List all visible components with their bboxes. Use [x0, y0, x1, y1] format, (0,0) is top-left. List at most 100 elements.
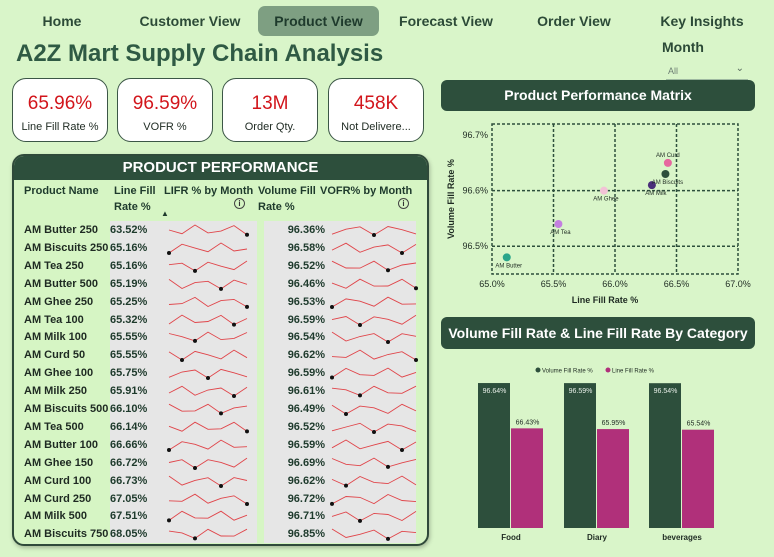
vofr-sparkline: [330, 296, 417, 309]
table-row[interactable]: AM Tea 100 65.32% 96.59%: [22, 310, 422, 329]
vofr-value: 96.36%: [287, 224, 325, 236]
scatter-point[interactable]: [599, 186, 608, 195]
bar[interactable]: [511, 428, 543, 528]
product-name: AM Milk 250: [24, 385, 87, 398]
sort-ascending-icon[interactable]: ▲: [161, 209, 169, 218]
tab-customer-view[interactable]: Customer View: [136, 6, 244, 36]
lifr-value: 66.72%: [110, 456, 148, 469]
table-row[interactable]: AM Ghee 100 65.75% 96.59%: [22, 364, 422, 383]
table-row[interactable]: AM Curd 50 65.55% 96.62%: [22, 346, 422, 365]
month-filter-dropdown[interactable]: All ⌄: [666, 62, 748, 80]
info-icon[interactable]: i: [398, 198, 409, 209]
info-icon[interactable]: i: [234, 198, 245, 209]
product-name: AM Butter 250: [24, 224, 98, 236]
table-row[interactable]: AM Curd 100 66.73% 96.62%: [22, 471, 422, 490]
bar-data-label: 96.64%: [483, 388, 507, 395]
vofr-value: 96.61%: [287, 385, 325, 398]
lifr-value: 67.51%: [110, 510, 148, 523]
table-row[interactable]: AM Ghee 150 66.72% 96.69%: [22, 453, 422, 472]
top-nav: Home Customer View Product View Forecast…: [0, 6, 774, 38]
tab-home[interactable]: Home: [30, 6, 94, 36]
lifr-sparkline: [168, 349, 248, 363]
table-row[interactable]: AM Butter 100 66.66% 96.59%: [22, 435, 422, 454]
lifr-value: 63.52%: [110, 224, 148, 236]
vofr-sparkline: [331, 457, 417, 469]
lifr-sparkline: [168, 331, 248, 344]
vofr-sparkline: [331, 528, 417, 542]
tab-forecast-view[interactable]: Forecast View: [394, 6, 498, 36]
lifr-value: 65.25%: [110, 295, 148, 308]
vofr-sparkline: [331, 403, 417, 416]
tab-product-view[interactable]: Product View: [258, 6, 379, 36]
kpi-value: 13M: [251, 93, 289, 114]
product-name: AM Milk 500: [24, 510, 87, 523]
lifr-sparkline: [168, 493, 249, 506]
product-name: AM Ghee 150: [24, 456, 94, 469]
table-row[interactable]: AM Tea 250 65.16% 96.52%: [22, 256, 422, 275]
x-tick-label: 65.5%: [541, 279, 567, 289]
scatter-point[interactable]: [502, 253, 511, 262]
category-label: beverages: [662, 533, 702, 542]
vofr-value: 96.53%: [287, 295, 325, 308]
vofr-value: 96.62%: [287, 474, 325, 487]
point-label: AM Milk: [645, 191, 667, 197]
tab-key-insights[interactable]: Key Insights: [656, 6, 748, 36]
lifr-value: 65.55%: [110, 331, 148, 344]
y-tick-label: 96.5%: [462, 241, 488, 251]
column-header-vofr-by-month[interactable]: VOFR% by Month: [320, 183, 412, 199]
scatter-chart: 65.0% 65.5% 66.0% 66.5% 67.0% 96.7% 96.6% 96.5%…: [446, 123, 751, 305]
bar[interactable]: [649, 383, 681, 528]
product-name: AM Ghee 250: [24, 295, 94, 308]
lifr-sparkline: [168, 403, 248, 416]
month-filter-label: Month: [662, 39, 704, 55]
lifr-value: 65.16%: [110, 241, 148, 254]
scatter-point[interactable]: [661, 170, 670, 178]
table-row[interactable]: AM Tea 500 66.14% 96.52%: [22, 417, 422, 436]
lifr-sparkline: [168, 529, 248, 541]
product-performance-matrix: 65.0% 65.5% 66.0% 66.5% 67.0% 96.7% 96.6% 96.5%…: [440, 112, 760, 312]
kpi-label: VOFR %: [143, 121, 187, 133]
table-row[interactable]: AM Biscuits 500 66.10% 96.49%: [22, 400, 422, 418]
lifr-sparkline: [168, 421, 249, 434]
column-header-volume-fill-rate[interactable]: Volume Fill Rate %: [258, 183, 318, 215]
table-row[interactable]: AM Butter 500 65.19% 96.46%: [22, 274, 422, 293]
column-header-line-fill-rate[interactable]: Line Fill Rate %: [114, 183, 166, 215]
y-axis-label: Volume Fill Rate %: [446, 159, 456, 239]
category-fill-rate-chart: Volume Fill Rate % Line Fill Rate % 96.64%…: [440, 350, 760, 550]
column-header-product-name[interactable]: Product Name: [24, 183, 99, 199]
vofr-sparkline: [331, 332, 417, 345]
kpi-card-order-qty: 13M Order Qty.: [222, 78, 318, 142]
vofr-value: 96.54%: [287, 331, 325, 344]
lifr-sparkline: [168, 278, 248, 291]
vofr-sparkline: [331, 314, 417, 327]
x-tick-label: 66.5%: [664, 279, 690, 289]
table-row[interactable]: AM Curd 250 67.05% 96.72%: [22, 489, 422, 508]
vofr-value: 96.59%: [287, 367, 325, 380]
scatter-point[interactable]: [663, 158, 672, 167]
table-row[interactable]: AM Biscuits 750 68.05% 96.85%: [22, 525, 422, 544]
vofr-value: 96.62%: [287, 349, 325, 362]
lifr-value: 65.75%: [110, 367, 148, 380]
table-row[interactable]: AM Butter 250 63.52% 96.36%: [22, 221, 422, 239]
bar[interactable]: [478, 383, 510, 528]
product-name: AM Curd 250: [24, 492, 92, 505]
scatter-point[interactable]: [554, 220, 563, 228]
bar[interactable]: [564, 383, 596, 528]
bar[interactable]: [597, 429, 629, 528]
y-tick-label: 96.6%: [462, 186, 488, 196]
table-row[interactable]: AM Milk 100 65.55% 96.54%: [22, 328, 422, 347]
column-header-lifr-by-month[interactable]: LIFR % by Month: [164, 183, 253, 199]
table-row[interactable]: AM Biscuits 250 65.16% 96.58%: [22, 238, 422, 257]
table-row[interactable]: AM Ghee 250 65.25% 96.53%: [22, 292, 422, 311]
vofr-sparkline: [331, 226, 417, 237]
bar-data-label: 96.59%: [569, 388, 593, 395]
table-row[interactable]: AM Milk 250 65.91% 96.61%: [22, 382, 422, 401]
tab-order-view[interactable]: Order View: [530, 6, 618, 36]
vofr-sparkline: [331, 349, 418, 363]
bar[interactable]: [682, 429, 714, 528]
table-row[interactable]: AM Milk 500 67.51% 96.71%: [22, 507, 422, 526]
x-tick-label: 65.0%: [479, 279, 505, 289]
lifr-value: 66.73%: [110, 474, 148, 487]
point-label: AM Curd: [656, 153, 680, 159]
lifr-value: 66.14%: [110, 420, 148, 433]
